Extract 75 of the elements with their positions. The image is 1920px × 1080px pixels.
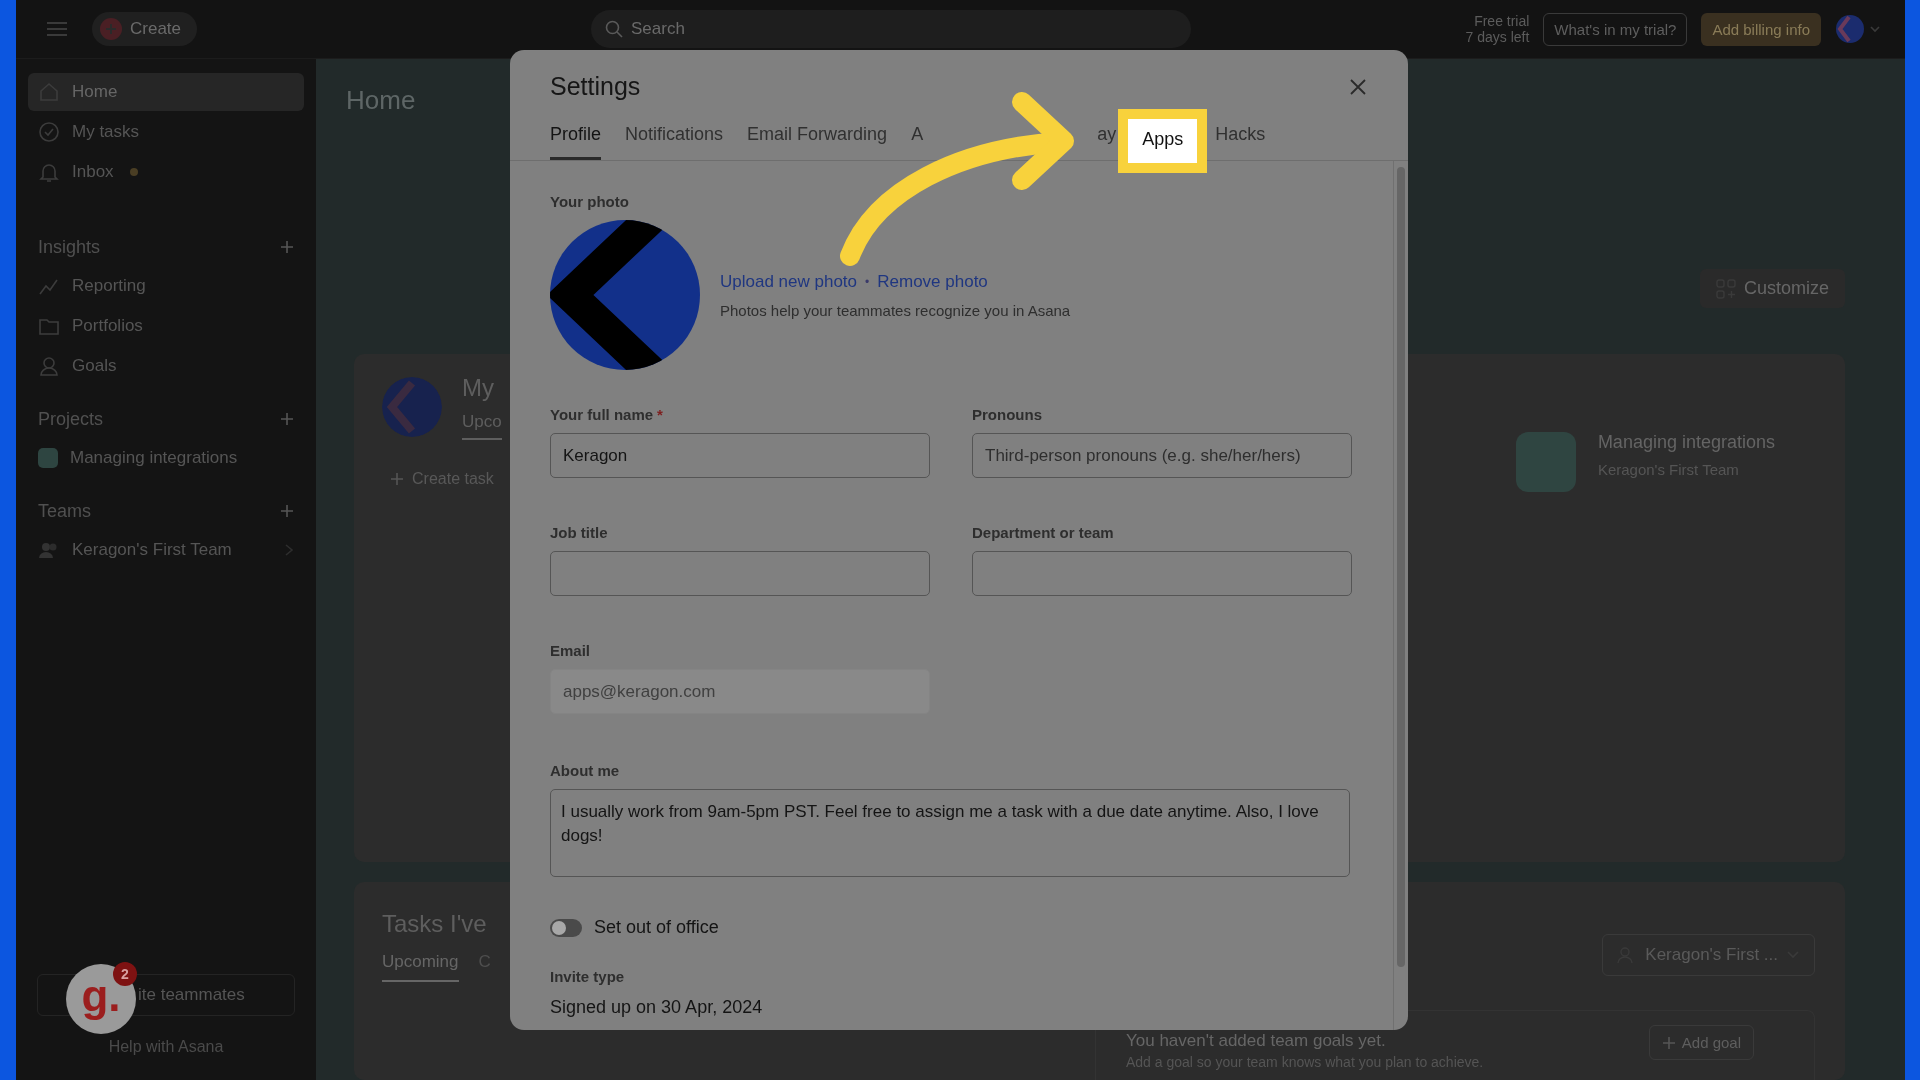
item-label: Goals <box>72 356 117 376</box>
toggle-switch[interactable] <box>550 918 582 937</box>
trial-button[interactable]: What's in my trial? <box>1543 12 1688 46</box>
person-icon <box>38 355 60 377</box>
avatar-icon <box>382 377 442 437</box>
field-label: About me <box>550 762 621 779</box>
plus-icon[interactable] <box>1661 1035 1676 1050</box>
goals-title: You haven't added team goals yet. <box>1126 1031 1387 1051</box>
input-field[interactable]: Third-person pronouns (e.g. she/her/hers) <box>972 433 1352 478</box>
item-label: Reporting <box>72 276 146 296</box>
trial-text: 7 days left <box>1465 29 1530 45</box>
page-title: Home <box>346 85 416 116</box>
plus-icon[interactable] <box>390 472 404 486</box>
plus-circle-icon <box>100 18 122 40</box>
customize-button[interactable]: Customize <box>1699 269 1845 308</box>
check-circle-icon <box>38 121 60 143</box>
profile-avatar-icon[interactable] <box>1835 13 1881 45</box>
field-label: Email <box>550 642 592 659</box>
project-icon[interactable] <box>1515 432 1576 492</box>
sidebar-item[interactable]: Managing integrations <box>28 439 304 477</box>
card-tab[interactable]: Upcoming <box>382 952 459 982</box>
bell-icon <box>38 161 60 183</box>
invite-value: Signed up on 30 Apr, 2024 <box>550 997 764 1018</box>
search-icon <box>605 20 624 38</box>
menu-icon[interactable] <box>46 21 68 37</box>
upload-link[interactable]: Upload new photo <box>720 271 858 292</box>
project-name[interactable]: Managing integrations <box>1597 432 1775 453</box>
chevron-icon[interactable] <box>284 543 294 557</box>
sidebar-item[interactable]: Reporting <box>28 267 304 305</box>
item-label: Managing integrations <box>70 448 238 468</box>
photo-hint: Photos help your teammates recognize you in Asana <box>720 301 1071 319</box>
field-label: Pronouns <box>972 406 1043 423</box>
close-icon[interactable] <box>1348 76 1368 97</box>
input-field[interactable] <box>550 551 930 596</box>
nav-item[interactable]: My tasks <box>28 113 304 151</box>
nav-label: Inbox <box>72 162 114 182</box>
notification-badge: 2 <box>113 962 137 986</box>
nav-label: Home <box>72 82 118 102</box>
toggle-label: Set out of office <box>594 917 719 938</box>
section-title: Teams <box>38 500 91 522</box>
sidebar-item[interactable]: Goals <box>28 347 304 385</box>
item-label: Keragon's First Team <box>72 540 232 560</box>
nav-label: My tasks <box>72 122 140 142</box>
add-icon[interactable] <box>280 240 294 254</box>
photo-label: Your photo <box>550 193 630 210</box>
add-icon[interactable] <box>280 504 294 518</box>
input-field[interactable] <box>972 551 1352 596</box>
add-icon[interactable] <box>280 412 294 426</box>
sidebar-item[interactable]: Keragon's First Team <box>28 531 304 569</box>
scrollbar-thumb[interactable] <box>1397 167 1405 967</box>
settings-tab[interactable]: Hacks <box>1215 124 1266 160</box>
remove-link[interactable]: Remove photo <box>877 271 988 292</box>
settings-tab[interactable]: ay <box>1097 124 1117 160</box>
field-label: Department or team <box>972 524 1115 541</box>
nav-item[interactable]: Home <box>28 73 304 111</box>
nav-item[interactable]: Inbox <box>28 153 304 191</box>
billing-button[interactable]: Add billing info <box>1701 12 1821 46</box>
about-field[interactable]: I usually work from 9am-5pm PST. Feel free to assign me a task with a due date anytime. Also, I love dogs! <box>550 789 1350 877</box>
field-label: Invite type <box>550 968 626 985</box>
section-title: Projects <box>38 408 104 430</box>
separator-dot: • <box>865 274 870 289</box>
search-field[interactable]: Search <box>591 10 1192 48</box>
settings-tab[interactable]: Notifications <box>625 124 724 160</box>
trial-text: Free trial <box>1474 13 1530 29</box>
sidebar-item[interactable]: Portfolios <box>28 307 304 345</box>
item-label: Portfolios <box>72 316 143 336</box>
settings-tab[interactable]: A <box>911 124 924 160</box>
create-button[interactable]: Create <box>92 12 198 46</box>
field-label: Job title <box>550 524 609 541</box>
input-field[interactable]: Keragon <box>550 433 930 478</box>
section-title: Insights <box>38 236 101 258</box>
dialog-title: Settings <box>550 72 641 101</box>
settings-tab[interactable]: Profile <box>550 124 602 160</box>
field-label: Your full name * <box>550 406 664 423</box>
settings-tab[interactable]: Email Forwarding <box>747 124 888 160</box>
